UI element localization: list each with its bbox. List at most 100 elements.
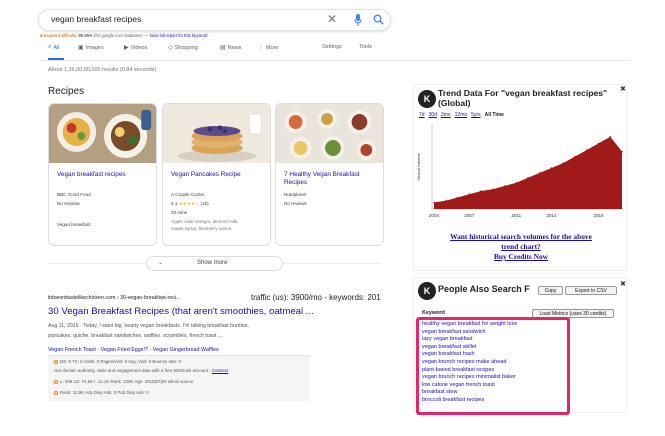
result-traffic: traffic (us): 3900/mo - keywords: 201: [251, 293, 381, 302]
divider: [48, 263, 146, 264]
recipe-reviews: No reviews: [57, 201, 80, 206]
range-option[interactable]: 30d: [429, 112, 437, 118]
trend-point: [539, 172, 541, 174]
trend-data-panel: K Trend Data For "vegan breakfast recipe…: [413, 84, 627, 271]
tab-more[interactable]: ⋮ More: [258, 44, 279, 52]
trend-point: [480, 190, 482, 192]
tab-images[interactable]: ▣ Images: [78, 44, 104, 52]
recipe-ingredients: Apple cider vinegar, almond milk,: [171, 219, 239, 224]
recipe-time: 20 mins: [171, 210, 188, 215]
recipes-heading: Recipes: [48, 86, 85, 97]
paa-title: People Also Search F: [438, 284, 530, 294]
recipe-image: [163, 104, 270, 163]
keywords-everywhere-logo: K: [418, 90, 436, 108]
tabs-divider: [40, 60, 630, 61]
trend-title: Trend Data For "vegan breakfast recipes"…: [438, 88, 608, 108]
highlight-box: [416, 317, 570, 415]
recipe-title[interactable]: 7 Healthy Vegan Breakfast Recipes: [284, 171, 379, 187]
tab-shopping[interactable]: ◇ Shopping: [168, 44, 198, 52]
copy-button[interactable]: Copy: [538, 286, 563, 295]
search-icon[interactable]: [373, 14, 384, 25]
search-bar[interactable]: vegan breakfast recipes ✕: [38, 9, 391, 31]
divider: [283, 263, 381, 264]
recipe-card[interactable]: 7 Healthy Vegan Breakfast Recipes Nutrip…: [275, 103, 384, 246]
trend-point: [550, 167, 553, 169]
range-option[interactable]: 7d: [419, 112, 425, 118]
trend-point: [527, 177, 529, 179]
x-tick-label: 2004: [429, 213, 440, 218]
tab-tools[interactable]: Tools: [359, 44, 372, 50]
more-icon: ⋮: [258, 45, 264, 51]
result-title-link[interactable]: 30 Vegan Breakfast Recipes (that aren't …: [48, 306, 314, 317]
recipe-image: [49, 104, 156, 163]
microphone-icon[interactable]: [354, 14, 362, 26]
recipe-title[interactable]: Vegan breakfast recipes: [57, 171, 152, 179]
tab-settings[interactable]: Settings: [322, 44, 342, 50]
chart-series: [433, 136, 623, 209]
recipe-ingredients: maple syrup, blueberry sauce,: [171, 226, 233, 231]
kd-icon: ■: [40, 33, 43, 38]
trend-point: [621, 150, 623, 153]
y-axis-label: Search Interest: [416, 153, 421, 181]
trend-point: [503, 185, 506, 187]
trend-point: [562, 162, 565, 164]
kd-report-link[interactable]: View full report for this keyword: [149, 33, 207, 38]
x-tick-label: 2011: [511, 213, 521, 218]
keywords-everywhere-logo: K: [418, 282, 436, 300]
status-dot-icon: [54, 379, 58, 384]
seo-toolbar: DS: 0 TS: 0 Visits: 0 Pages/Visit: 0 Avg…: [48, 355, 310, 401]
trend-range-selector: 7d 30d 3mo 12mo 5yrs All Time: [419, 112, 508, 118]
search-icon: ⌕: [48, 44, 52, 50]
recipe-source: Nutriplanet: [284, 192, 307, 197]
recipe-card[interactable]: Vegan breakfast recipes BBC Good Food No…: [48, 103, 157, 246]
range-option[interactable]: 3mo: [441, 112, 451, 118]
close-icon[interactable]: ✖: [620, 280, 626, 288]
recipe-source: BBC Good Food: [57, 192, 91, 197]
recipe-title[interactable]: Vegan Pancakes Recipe: [171, 171, 266, 179]
x-tick-label: 2007: [464, 213, 475, 218]
range-option-selected[interactable]: All Time: [485, 112, 504, 118]
range-option[interactable]: 5yrs: [471, 112, 480, 118]
star-rating-icon: ★★★★☆: [178, 201, 200, 206]
keyword-column-header: Keyword: [422, 310, 445, 316]
export-csv-button[interactable]: Export to CSV: [565, 286, 617, 295]
show-more-label: Show more: [197, 260, 228, 266]
trend-point: [456, 196, 459, 199]
recipe-rating: 4.1 ★★★★☆ (18): [171, 201, 209, 207]
result-url[interactable]: itdoesnttastelikechicken.com › 30-vegan-…: [48, 295, 180, 301]
rating-value: 4.1: [171, 201, 178, 206]
trend-link-line[interactable]: trend chart?: [414, 242, 628, 252]
news-icon: ▤: [220, 45, 226, 51]
chevron-down-icon: ⌄: [158, 260, 164, 266]
x-tick-label: 2018: [593, 213, 604, 218]
image-icon: ▣: [78, 45, 84, 51]
results-count: About 1,26,00,00,000 results (0.84 secon…: [48, 67, 157, 73]
trend-link-line[interactable]: Buy Credits Now: [414, 252, 628, 262]
tab-videos[interactable]: ▶ Videos: [124, 44, 147, 52]
result-sitelinks[interactable]: Vegan French Toast · Vegan Fried Eggs!? …: [48, 347, 219, 353]
kd-note: (for google.com database) —: [93, 33, 149, 38]
result-snippet: pancakes, quiche, breakfast sandwiches, …: [48, 333, 223, 339]
close-icon[interactable]: ✖: [620, 85, 626, 93]
kd-label: Keyword difficulty:: [43, 33, 78, 38]
search-input[interactable]: vegan breakfast recipes: [51, 14, 141, 24]
trend-point: [492, 188, 494, 191]
range-option[interactable]: 12mo: [455, 112, 468, 118]
seo-links-row: L: 399 LD: 74.5K I: 14.1K Rank: 109K Age…: [54, 379, 193, 384]
trend-link-line[interactable]: Want historical search volumes for the a…: [414, 232, 628, 242]
trend-point: [586, 149, 588, 151]
tab-news[interactable]: ▤ News: [220, 44, 241, 52]
show-more-button[interactable]: ⌄ Show more: [146, 256, 283, 271]
buy-credits-link[interactable]: Want historical search volumes for the a…: [414, 232, 628, 262]
recipe-card[interactable]: Vegan Pancakes Recipe A Couple Cooks 4.1…: [162, 103, 271, 246]
connect-link[interactable]: Connect: [212, 368, 228, 373]
tag-icon: ◇: [168, 45, 173, 51]
recipe-reviews: No reviews: [284, 201, 307, 206]
seo-connect-row: Get domain authority, visits and engagem…: [54, 368, 229, 373]
recipe-extra: Vegan breakfast: [57, 222, 91, 227]
tab-all[interactable]: ⌕ All: [48, 44, 60, 51]
recipe-image: [276, 104, 383, 163]
trend-point: [574, 155, 576, 158]
kd-value: 86.95%: [78, 33, 93, 38]
clear-icon[interactable]: ✕: [327, 12, 337, 26]
